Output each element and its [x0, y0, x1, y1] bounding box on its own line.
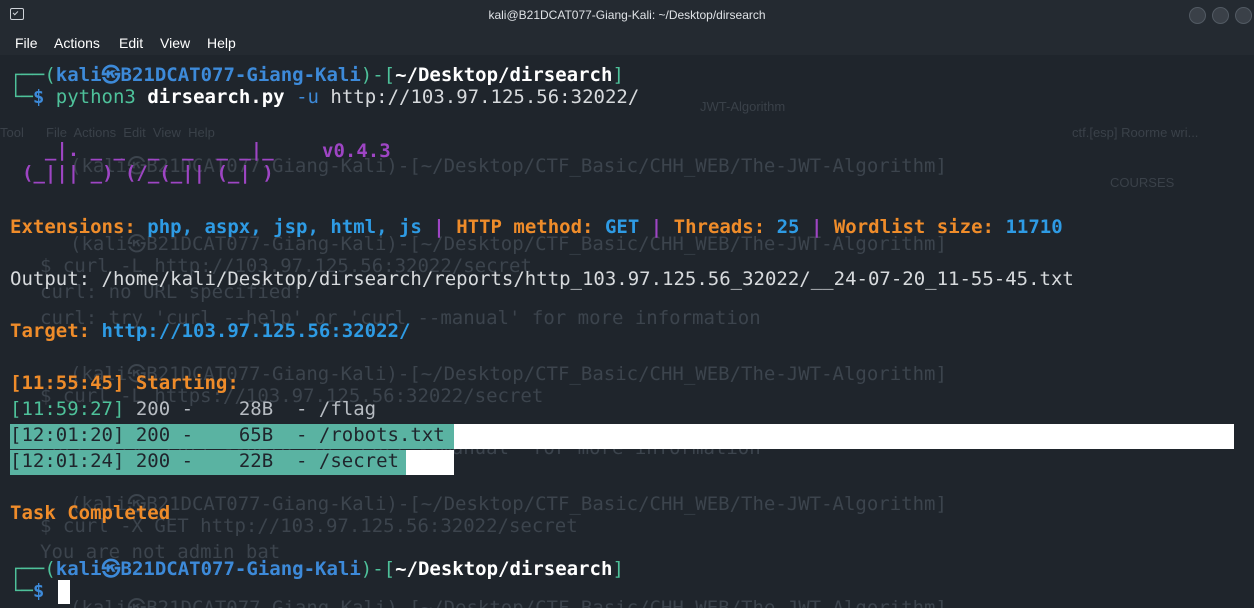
- result-row: [12:01:24] 200 - 22B - /secret: [10, 450, 399, 472]
- ghost-line: (kali㉿B21DCAT077-Giang-Kali)-[~/Desktop/…: [70, 597, 947, 608]
- selection-highlight: [406, 450, 454, 475]
- banner-line: (_||| _) (/_(_|| (_| ): [22, 162, 274, 184]
- menu-edit[interactable]: Edit: [119, 35, 143, 51]
- window-title: kali@B21DCAT077-Giang-Kali: ~/Desktop/di…: [488, 8, 766, 22]
- starting-line: [11:55:45] Starting:: [10, 372, 239, 394]
- menu-file[interactable]: File: [15, 35, 38, 51]
- target-line: Target: http://103.97.125.56:32022/: [10, 320, 411, 342]
- ghost-jwt: JWT-Algorithm: [700, 99, 786, 114]
- ghost-tool: Tool: [0, 125, 24, 140]
- terminal-output[interactable]: File Actions Edit View Help Tool COURSES…: [0, 55, 1254, 608]
- scrollbar[interactable]: [1246, 55, 1252, 608]
- output-line: Output: /home/kali/Desktop/dirsearch/rep…: [10, 268, 1074, 290]
- config-line: Extensions: php, aspx, jsp, html, js | H…: [10, 216, 1063, 238]
- minimize-button[interactable]: [1189, 7, 1206, 24]
- menu-bar: File Actions Edit View Help: [0, 31, 1254, 55]
- banner-line: _|. _ _ _ _ _ _|_: [22, 139, 274, 161]
- result-row: [11:59:27] 200 - 28B - /flag: [10, 398, 377, 420]
- text-cursor: [58, 580, 70, 604]
- version-label: v0.4.3: [322, 140, 391, 162]
- ghost-tab: ctf.[esp] Roorme wri...: [1072, 125, 1199, 140]
- ghost-menu: File Actions Edit View Help: [46, 125, 215, 140]
- result-row: [12:01:20] 200 - 65B - /robots.txt: [10, 424, 445, 446]
- menu-view[interactable]: View: [160, 35, 190, 51]
- dirsearch-banner: _|. _ _ _ _ _ _|_ (_||| _) (/_(_|| (_| ): [22, 139, 274, 185]
- prompt-line: ┌──(kali㉿B21DCAT077-Giang-Kali)-[~/Deskt…: [10, 558, 624, 580]
- prompt-line: ┌──(kali㉿B21DCAT077-Giang-Kali)-[~/Deskt…: [10, 64, 624, 86]
- ghost-line: (kali㉿B21DCAT077-Giang-Kali)-[~/Desktop/…: [70, 493, 947, 515]
- menu-actions[interactable]: Actions: [54, 35, 100, 51]
- ghost-courses: COURSES: [1110, 175, 1175, 190]
- command-line: └─$ python3 dirsearch.py -u http://103.9…: [10, 86, 640, 108]
- task-completed: Task Completed: [10, 502, 171, 524]
- menu-help[interactable]: Help: [207, 35, 236, 51]
- maximize-button[interactable]: [1212, 7, 1229, 24]
- window-titlebar: kali@B21DCAT077-Giang-Kali: ~/Desktop/di…: [0, 0, 1254, 31]
- selection-highlight: [454, 424, 1234, 449]
- close-button[interactable]: [1235, 7, 1252, 24]
- input-line[interactable]: └─$: [10, 580, 44, 602]
